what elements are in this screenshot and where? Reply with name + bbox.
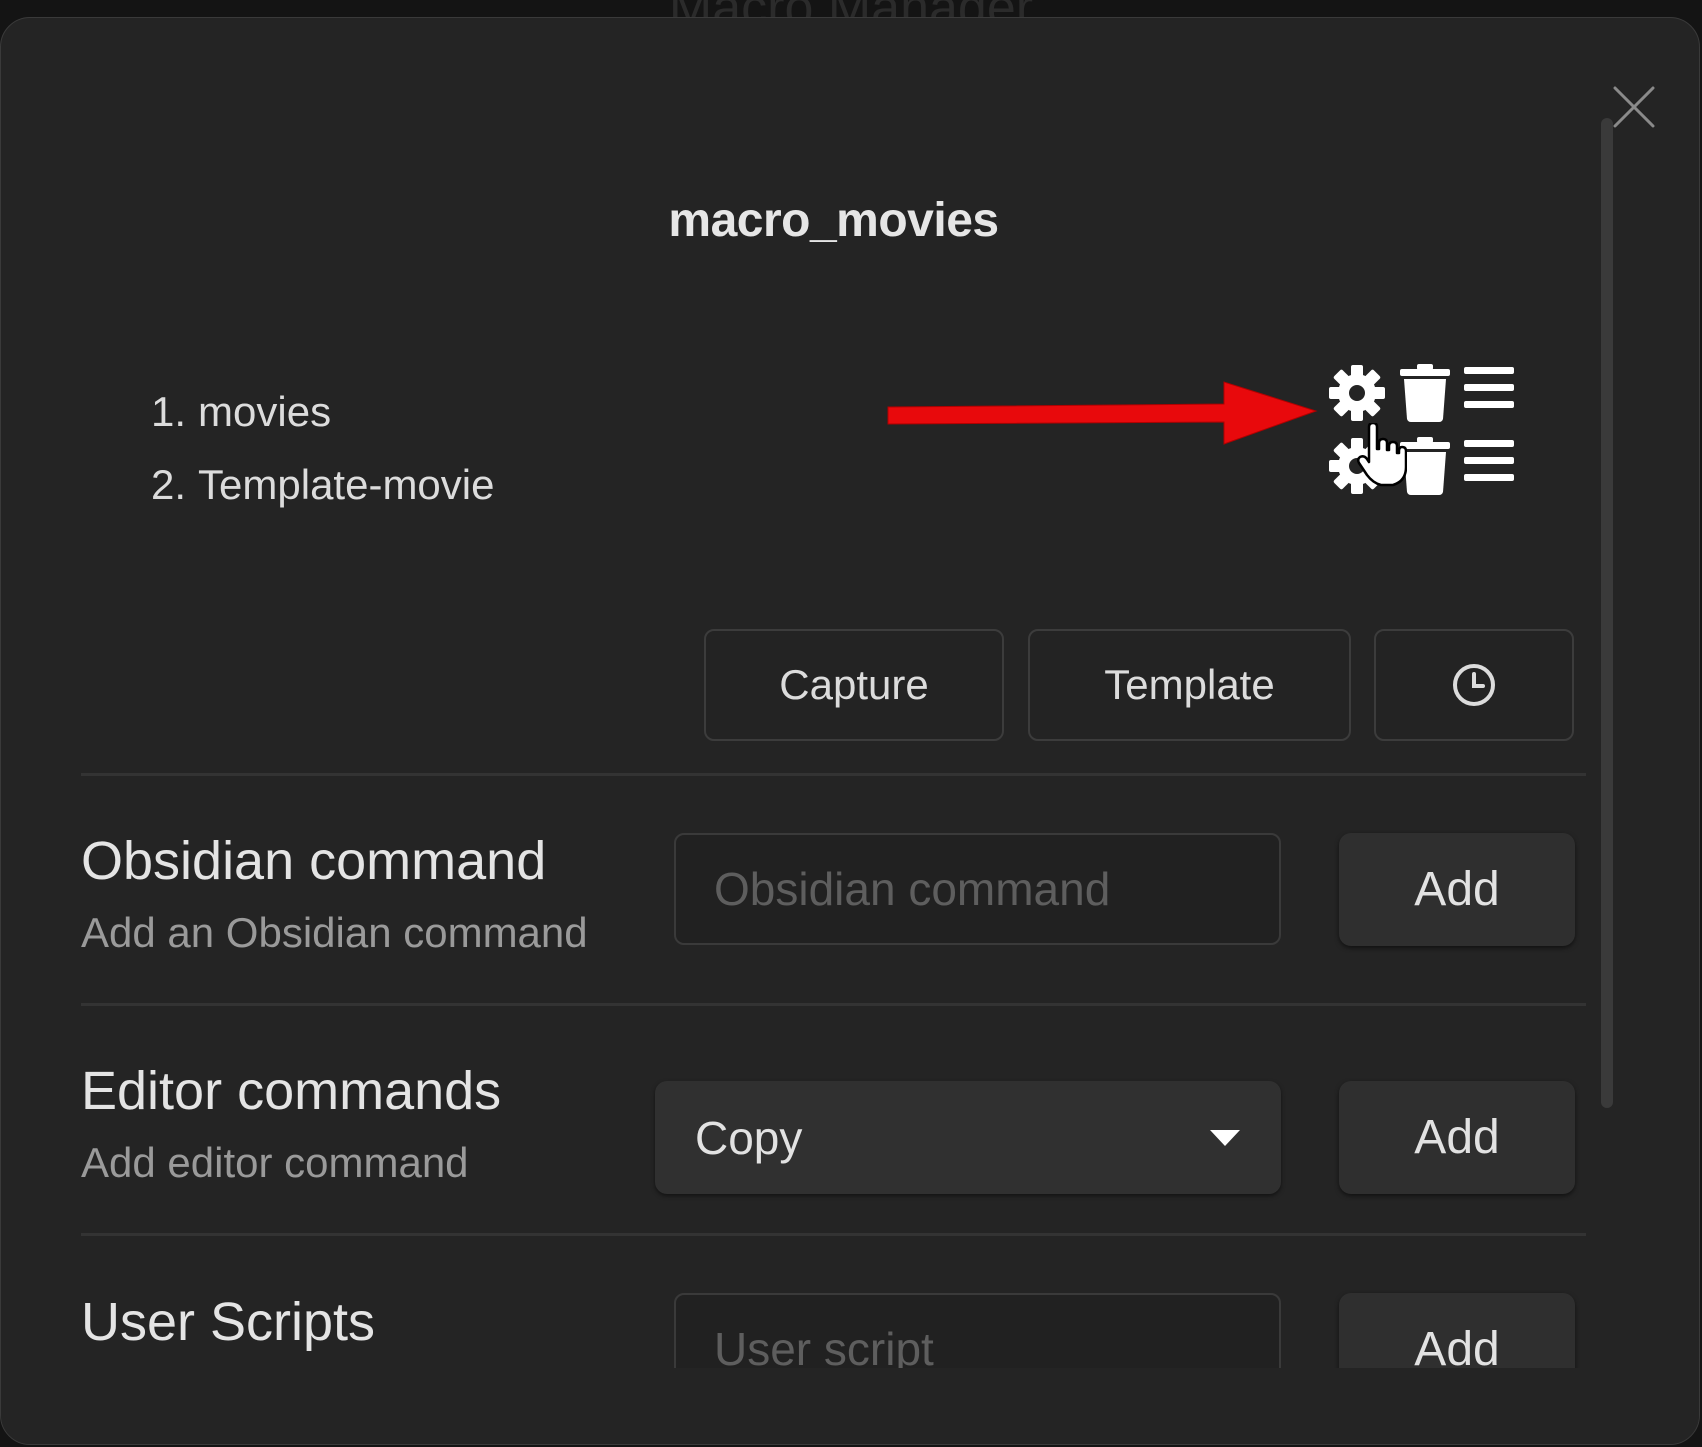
obsidian-command-input[interactable]: Obsidian command <box>674 833 1281 945</box>
clock-icon <box>1453 664 1495 706</box>
add-button-label: Add <box>1414 1111 1500 1164</box>
add-editor-command-button[interactable]: Add <box>1339 1081 1575 1194</box>
editor-command-selected: Copy <box>695 1111 803 1164</box>
divider <box>81 1003 1586 1006</box>
obsidian-command-title: Obsidian command <box>81 831 547 891</box>
scrollbar[interactable] <box>1601 118 1613 1108</box>
macro-title: macro_movies <box>668 194 999 247</box>
gear-icon[interactable] <box>1327 363 1387 423</box>
editor-commands-description: Add editor command <box>81 1139 469 1186</box>
capture-button-label: Capture <box>779 661 929 708</box>
chevron-down-icon <box>1210 1129 1240 1146</box>
list-item-index: 2. <box>151 461 187 508</box>
close-icon[interactable] <box>1609 82 1659 132</box>
drag-handle-icon[interactable] <box>1463 363 1515 413</box>
list-item-index: 1. <box>151 388 187 435</box>
add-obsidian-command-button[interactable]: Add <box>1339 833 1575 946</box>
list-item: 2. Template-movie <box>151 461 494 509</box>
divider <box>81 773 1586 776</box>
drag-handle-icon[interactable] <box>1463 436 1515 486</box>
modal-bottom-padding <box>1 1368 1699 1444</box>
template-button[interactable]: Template <box>1028 629 1351 741</box>
add-button-label: Add <box>1414 863 1500 916</box>
editor-commands-title: Editor commands <box>81 1061 502 1121</box>
obsidian-command-placeholder: Obsidian command <box>714 863 1111 915</box>
template-button-label: Template <box>1104 661 1275 708</box>
annotation-arrow-icon <box>887 381 1318 445</box>
command-row-actions <box>1327 363 1527 423</box>
list-item: 1. movies <box>151 388 331 436</box>
editor-command-select[interactable]: Copy <box>655 1081 1281 1194</box>
obsidian-command-description: Add an Obsidian command <box>81 909 588 956</box>
command-name: Template-movie <box>198 461 495 508</box>
divider <box>81 1233 1586 1236</box>
command-name: movies <box>198 388 332 435</box>
wait-button[interactable] <box>1374 629 1574 741</box>
macro-settings-modal: macro_movies 1.movies 2.Template-movie <box>0 17 1700 1445</box>
hand-cursor-icon <box>1357 423 1407 487</box>
capture-button[interactable]: Capture <box>704 629 1004 741</box>
trash-icon[interactable] <box>1399 363 1451 423</box>
user-scripts-title: User Scripts <box>81 1292 376 1352</box>
